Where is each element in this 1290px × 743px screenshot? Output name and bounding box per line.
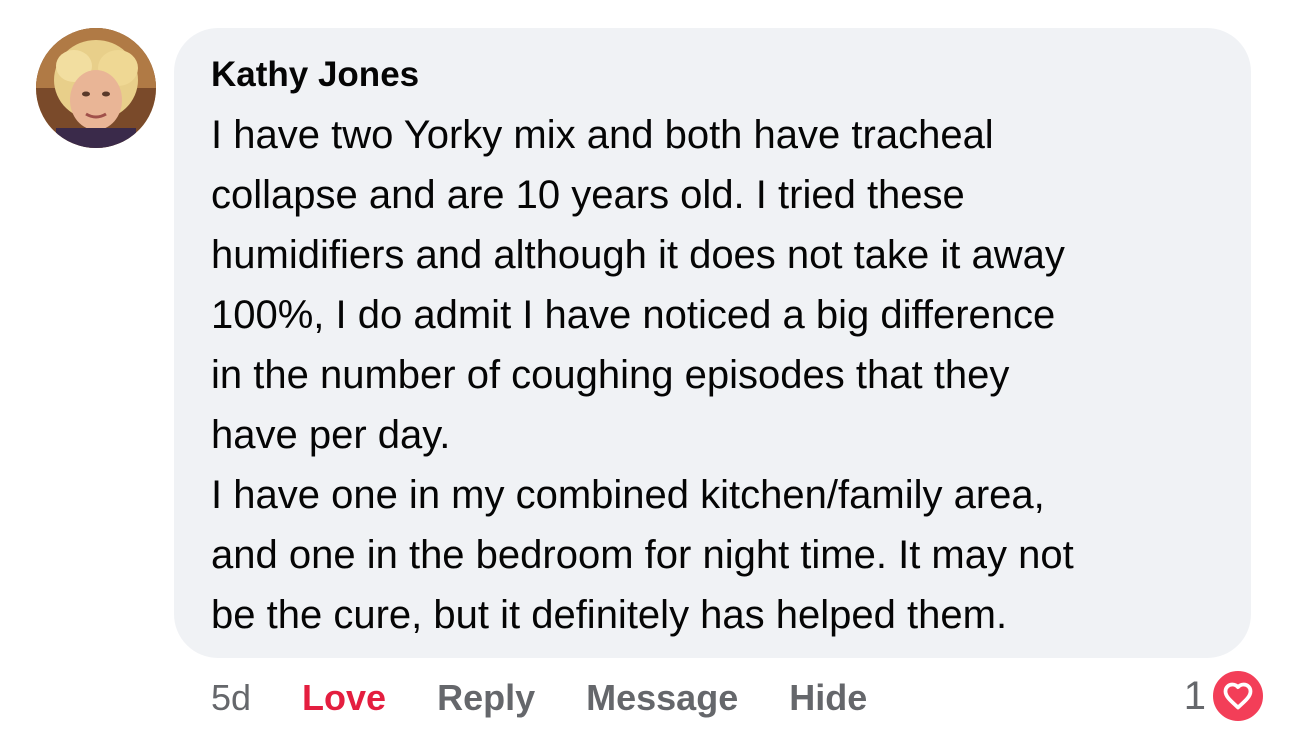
comment-line: 100%, I do admit I have noticed a big di… [211,293,1056,337]
hide-button[interactable]: Hide [789,677,867,719]
comment-bubble: Kathy Jones I have two Yorky mix and bot… [174,28,1251,658]
love-button[interactable]: Love [302,677,386,719]
comment-line: and one in the bedroom for night time. I… [211,533,1074,577]
message-button[interactable]: Message [586,677,738,719]
reaction-count: 1 [1183,673,1206,718]
comment-line: have per day. [211,413,451,457]
comment-line: in the number of coughing episodes that … [211,353,1010,397]
comment-actions: 5d Love Reply Message Hide [211,672,918,724]
comment-timestamp[interactable]: 5d [211,677,251,719]
comment-line: be the cure, but it definitely has helpe… [211,593,1008,637]
comment-text: I have two Yorky mix and both have trach… [211,105,1215,645]
comment-line: I have one in my combined kitchen/family… [211,473,1045,517]
comment-line: humidifiers and although it does not tak… [211,233,1065,277]
comment-line: I have two Yorky mix and both have trach… [211,113,994,157]
comment-line: collapse and are 10 years old. I tried t… [211,173,965,217]
avatar[interactable] [36,28,156,148]
avatar-photo [36,28,156,148]
heart-icon [1210,668,1266,724]
comment-author[interactable]: Kathy Jones [211,54,1215,96]
reaction-summary[interactable]: 1 [1184,668,1266,724]
reply-button[interactable]: Reply [437,677,535,719]
